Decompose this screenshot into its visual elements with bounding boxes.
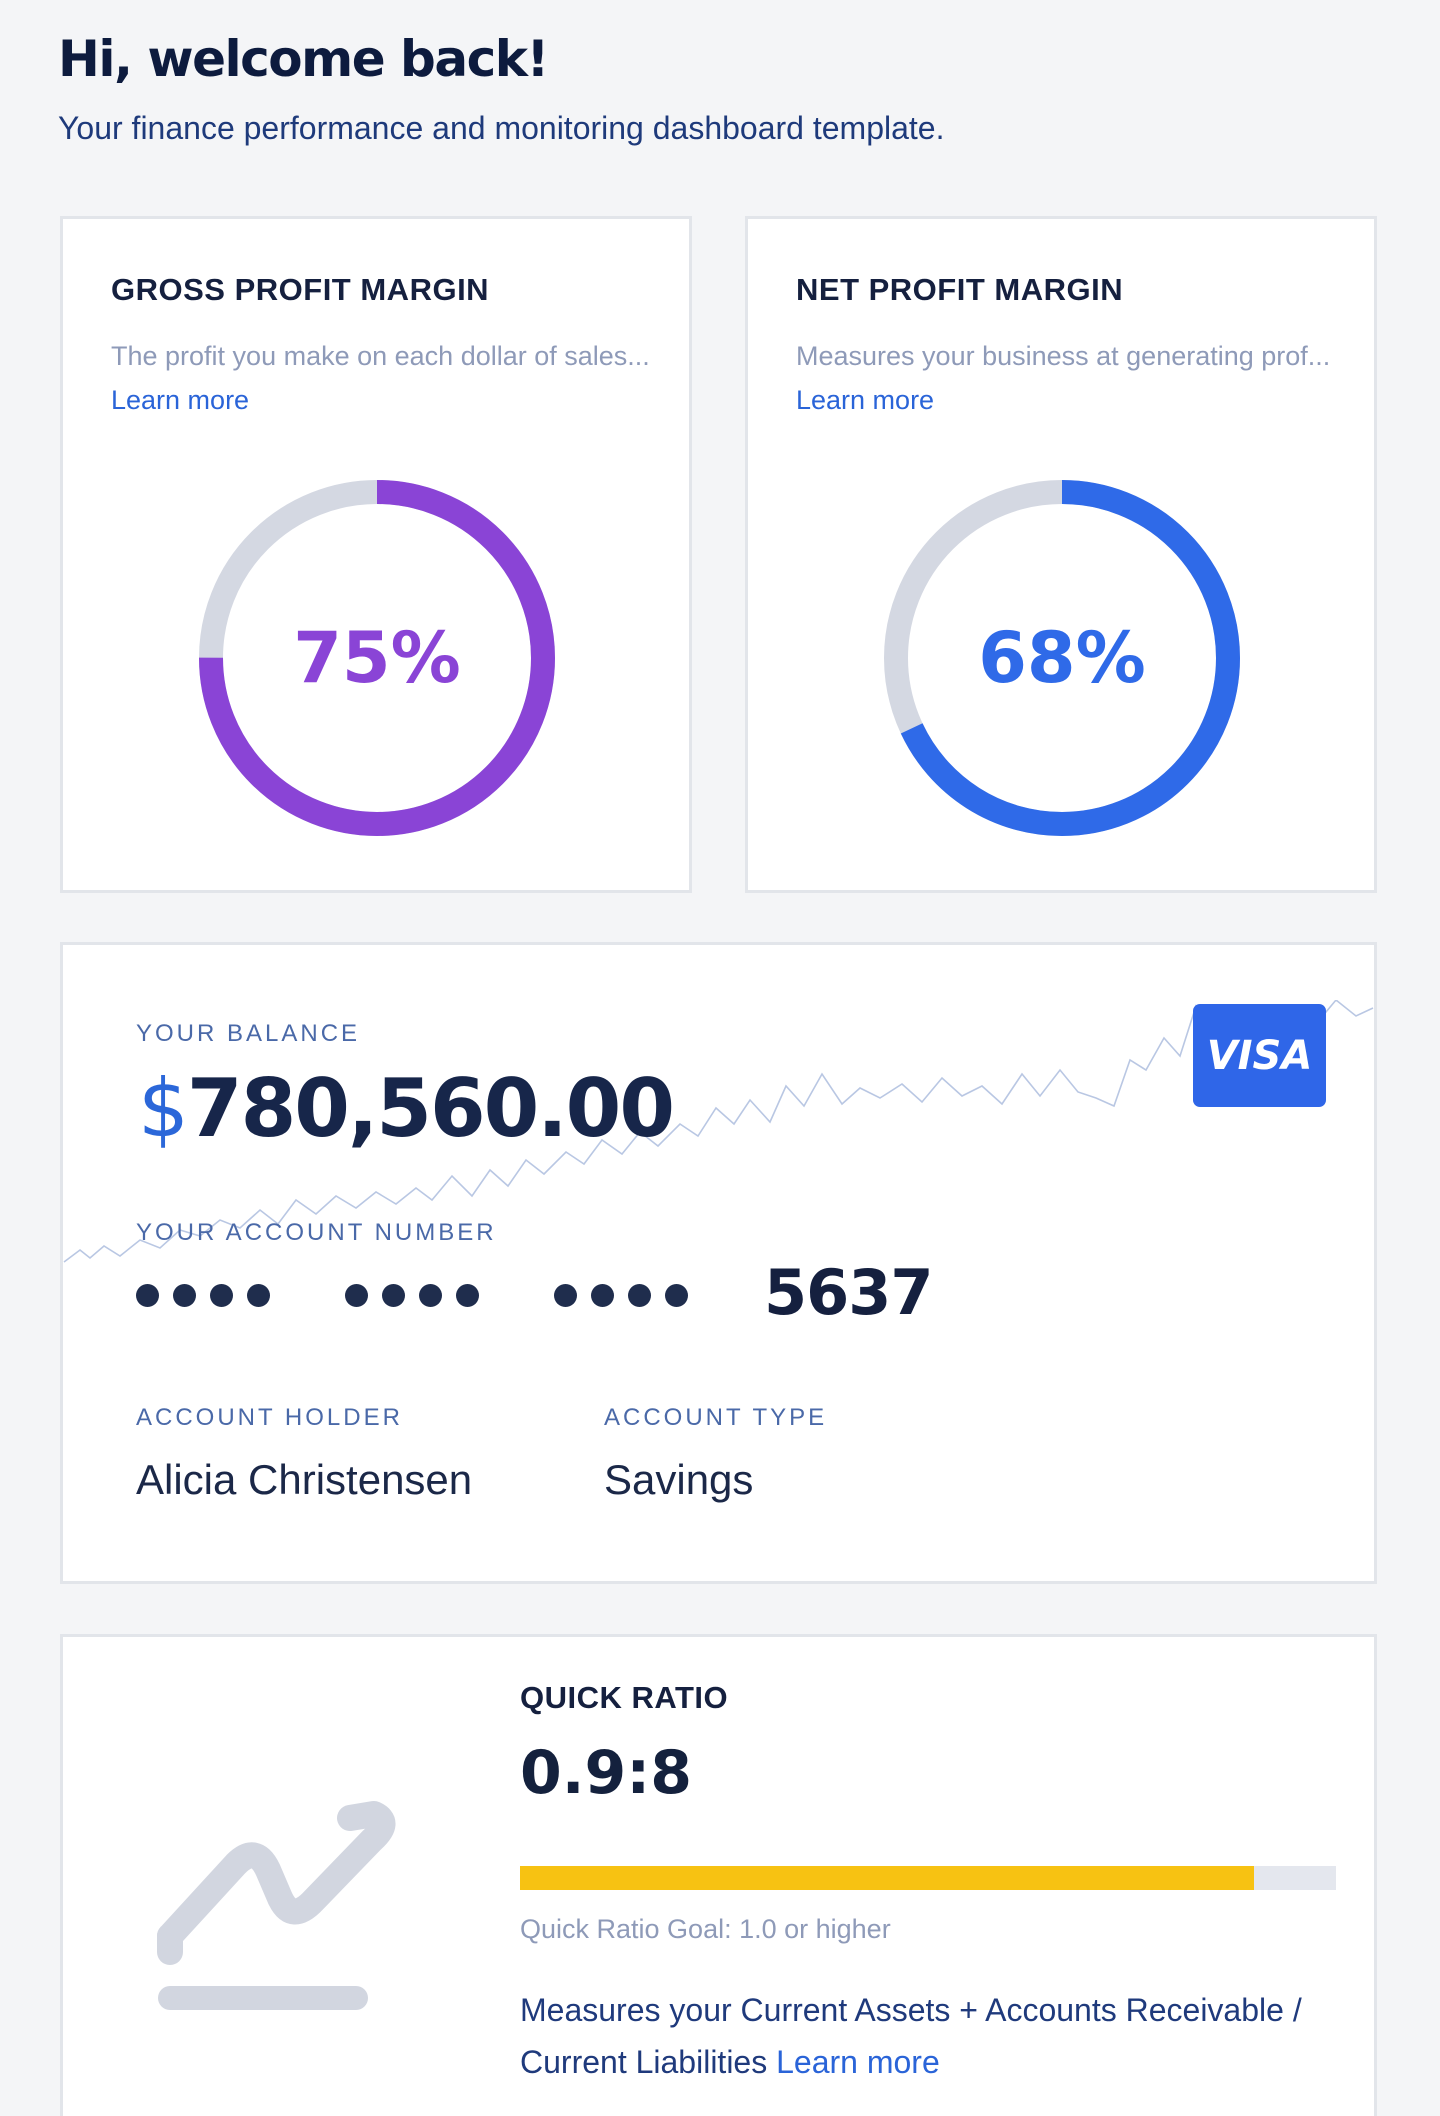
gross-margin-description: The profit you make on each dollar of sa… (111, 334, 651, 422)
account-holder-label: ACCOUNT HOLDER (136, 1404, 403, 1431)
account-number-label: YOUR ACCOUNT NUMBER (136, 1219, 497, 1246)
mask-dot (173, 1284, 196, 1307)
net-margin-description: Measures your business at generating pro… (796, 334, 1336, 422)
welcome-subtitle: Your finance performance and monitoring … (58, 110, 945, 146)
masked-group-1 (136, 1284, 270, 1307)
balance-label: YOUR BALANCE (136, 1020, 361, 1047)
quick-ratio-value: 0.9:8 (520, 1738, 693, 1808)
account-holder-name: Alicia Christensen (136, 1456, 473, 1503)
gross-margin-donut: 75% (199, 480, 555, 836)
balance-currency: $ (138, 1062, 189, 1155)
net-margin-description-text: Measures your business at generating pro… (796, 341, 1331, 371)
net-margin-donut: 68% (884, 480, 1240, 836)
quick-ratio-progress-track (520, 1866, 1336, 1890)
quick-ratio-title: QUICK RATIO (520, 1680, 729, 1715)
mask-dot (136, 1284, 159, 1307)
masked-group-2 (345, 1284, 479, 1307)
trend-chart-icon (157, 1801, 396, 2010)
mask-dot (665, 1284, 688, 1307)
quick-ratio-description: Measures your Current Assets + Accounts … (520, 1984, 1320, 2088)
mask-dot (456, 1284, 479, 1307)
mask-dot (210, 1284, 233, 1307)
mask-dot (247, 1284, 270, 1307)
quick-ratio-goal: Quick Ratio Goal: 1.0 or higher (520, 1914, 891, 1944)
mask-dot (419, 1284, 442, 1307)
visa-card-logo: VISA (1193, 1004, 1326, 1107)
quick-ratio-learn-more-link[interactable]: Learn more (776, 2044, 940, 2080)
gross-margin-description-text: The profit you make on each dollar of sa… (111, 341, 650, 371)
account-last-four: 5637 (764, 1256, 934, 1329)
mask-dot (554, 1284, 577, 1307)
net-margin-title: NET PROFIT MARGIN (796, 272, 1124, 307)
gross-margin-value: 75% (293, 617, 461, 699)
gross-margin-title: GROSS PROFIT MARGIN (111, 272, 490, 307)
net-margin-learn-more-link[interactable]: Learn more (796, 385, 934, 415)
quick-ratio-progress-fill (520, 1866, 1255, 1890)
mask-dot (345, 1284, 368, 1307)
masked-group-3 (554, 1284, 688, 1307)
welcome-title: Hi, welcome back! (58, 30, 549, 88)
account-type-value: Savings (604, 1456, 754, 1503)
mask-dot (382, 1284, 405, 1307)
net-margin-value: 68% (978, 617, 1146, 699)
mask-dot (591, 1284, 614, 1307)
balance-amount: $780,560.00 (138, 1062, 675, 1155)
balance-value: 780,560.00 (186, 1062, 675, 1155)
page-header: Hi, welcome back! Your finance performan… (58, 30, 944, 147)
gross-margin-learn-more-link[interactable]: Learn more (111, 385, 249, 415)
account-type-label: ACCOUNT TYPE (604, 1404, 828, 1431)
mask-dot (628, 1284, 651, 1307)
